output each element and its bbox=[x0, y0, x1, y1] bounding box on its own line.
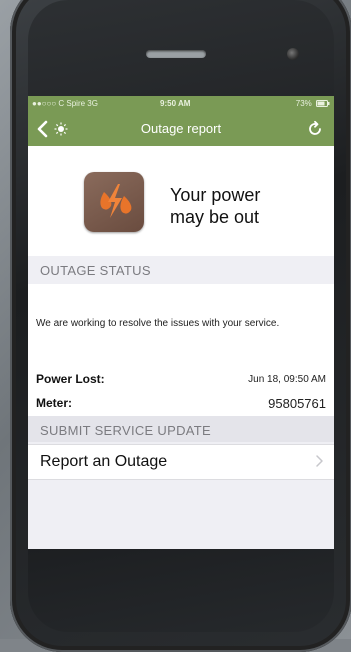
power-outage-icon bbox=[84, 172, 144, 232]
outage-message: Your power may be out bbox=[170, 184, 260, 228]
refresh-icon[interactable] bbox=[306, 120, 324, 138]
report-outage-label: Report an Outage bbox=[40, 453, 168, 470]
meter-value: 95805761 bbox=[268, 396, 326, 411]
status-message: We are working to resolve the issues wit… bbox=[36, 318, 280, 329]
outage-hero: Your power may be out bbox=[28, 146, 334, 256]
meter-row: Meter: 95805761 bbox=[36, 396, 326, 416]
outage-message-line2: may be out bbox=[170, 207, 260, 227]
outage-status-title: OUTAGE STATUS bbox=[40, 263, 151, 278]
power-lost-value: Jun 18, 09:50 AM bbox=[248, 374, 326, 385]
app-screen: ●●○○○ C Spire 3G 9:50 AM 73% Outage repo… bbox=[28, 96, 334, 549]
battery-indicator: 73% bbox=[296, 96, 330, 112]
chevron-right-icon bbox=[316, 455, 323, 467]
page-title: Outage report bbox=[140, 121, 222, 136]
outage-message-line1: Your power bbox=[170, 185, 261, 205]
status-bar: ●●○○○ C Spire 3G 9:50 AM 73% bbox=[28, 96, 334, 112]
phone-speaker bbox=[146, 50, 206, 58]
carrier-label: ●●○○○ C Spire 3G bbox=[32, 99, 98, 108]
phone-camera bbox=[287, 48, 299, 60]
power-lost-row: Power Lost: Jun 18, 09:50 AM bbox=[36, 372, 326, 392]
battery-percent: 73% bbox=[295, 99, 312, 108]
phone-chin bbox=[28, 549, 334, 639]
outage-status-header: OUTAGE STATUS bbox=[28, 256, 334, 282]
nav-bar: Outage report bbox=[28, 112, 334, 146]
meter-label: Meter: bbox=[36, 396, 73, 410]
report-outage-button[interactable]: Report an Outage bbox=[28, 444, 334, 480]
battery-icon bbox=[316, 100, 330, 107]
submit-update-title: SUBMIT SERVICE UPDATE bbox=[40, 423, 212, 438]
power-lost-label: Power Lost: bbox=[36, 372, 105, 386]
submit-update-header: SUBMIT SERVICE UPDATE bbox=[28, 416, 334, 442]
clock: 9:50 AM bbox=[160, 99, 191, 108]
outage-status-card: We are working to resolve the issues wit… bbox=[28, 284, 334, 368]
